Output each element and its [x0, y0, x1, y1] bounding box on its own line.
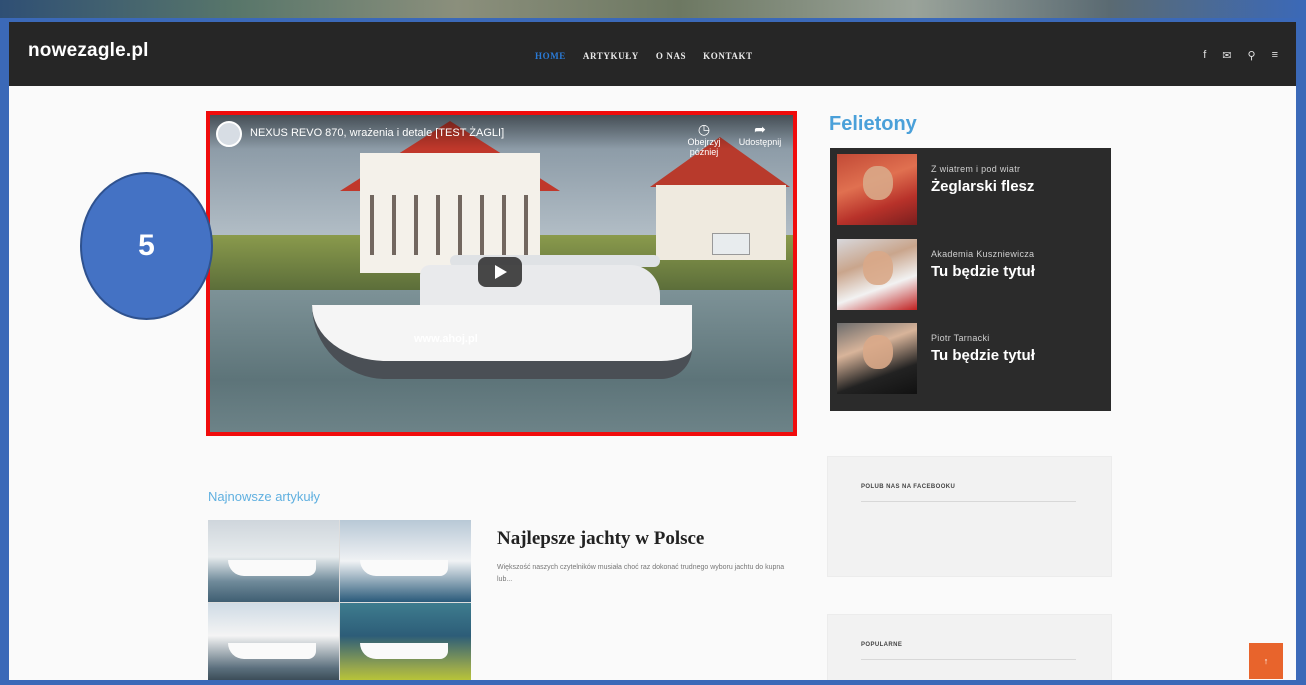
- author-photo: [837, 239, 917, 310]
- frame-bottom: [0, 680, 1306, 685]
- mail-icon[interactable]: ✉: [1222, 49, 1231, 62]
- menu-item-artykuly[interactable]: ARTYKUŁY: [583, 51, 639, 61]
- article-excerpt: Większość naszych czytelników musiała ch…: [497, 564, 785, 583]
- top-navbar: nowezagle.pl HOME ARTYKUŁY O NAS KONTAKT…: [9, 22, 1296, 86]
- felieton-title[interactable]: Tu będzie tytuł: [931, 347, 1035, 364]
- menu-item-o-nas[interactable]: O NAS: [656, 51, 686, 61]
- watch-later-button[interactable]: ◷ Obejrzyj później: [682, 121, 726, 157]
- play-button[interactable]: [478, 257, 522, 287]
- felietony-box: Z wiatrem i pod wiatr Żeglarski flesz Ak…: [830, 148, 1111, 411]
- frame-left: [0, 18, 9, 685]
- felieton-subtitle: Piotr Tarnacki: [931, 333, 990, 343]
- article-title[interactable]: Najlepsze jachty w Polsce: [497, 528, 704, 550]
- boat-hull: [312, 305, 692, 379]
- thumbnail-tile: [340, 603, 471, 685]
- share-label: Udostępnij: [738, 137, 782, 147]
- search-icon[interactable]: ⚲: [1248, 49, 1256, 62]
- clock-icon: ◷: [697, 121, 711, 137]
- facebook-icon[interactable]: f: [1203, 49, 1206, 62]
- site-logo[interactable]: nowezagle.pl: [28, 40, 149, 62]
- felieton-item[interactable]: Z wiatrem i pod wiatr Żeglarski flesz: [835, 152, 1107, 227]
- scroll-to-top-button[interactable]: ↑: [1249, 643, 1283, 679]
- facebook-widget: POLUB NAS NA FACEBOOKU: [827, 456, 1112, 577]
- felieton-title[interactable]: Żeglarski flesz: [931, 178, 1034, 195]
- widget-title: POPULARNE: [861, 642, 903, 648]
- popular-widget: POPULARNE: [827, 614, 1112, 685]
- boat-hull-text: www.ahoj.pl: [414, 333, 478, 345]
- widget-title: POLUB NAS NA FACEBOOKU: [861, 484, 956, 490]
- channel-avatar[interactable]: [216, 121, 242, 147]
- menu-item-kontakt[interactable]: KONTAKT: [703, 51, 753, 61]
- menu-item-home[interactable]: HOME: [535, 51, 566, 61]
- author-photo: [837, 323, 917, 394]
- newest-articles-title: Najnowsze artykuły: [208, 489, 320, 504]
- author-photo: [837, 154, 917, 225]
- main-menu: HOME ARTYKUŁY O NAS KONTAKT: [535, 51, 753, 61]
- share-button[interactable]: ➦ Udostępnij: [738, 121, 782, 147]
- felieton-item[interactable]: Akademia Kuszniewicza Tu będzie tytuł: [835, 237, 1107, 312]
- widget-divider: [861, 659, 1076, 660]
- video-title[interactable]: NEXUS REVO 870, wrażenia i detale [TEST …: [250, 127, 504, 139]
- frame-right: [1296, 18, 1306, 685]
- widget-divider: [861, 501, 1076, 502]
- nav-icons: f ✉ ⚲ ≡: [1203, 49, 1278, 62]
- video-player[interactable]: www.ahoj.pl NEXUS REVO 870, wrażenia i d…: [206, 111, 797, 436]
- video-timber-frame: [370, 195, 530, 255]
- article-thumbnail[interactable]: [208, 520, 471, 685]
- thumbnail-tile: [208, 520, 339, 602]
- browser-background-strip: [0, 0, 1306, 18]
- video-sign: [712, 233, 750, 255]
- watch-later-label: Obejrzyj później: [687, 137, 721, 157]
- felieton-item[interactable]: Piotr Tarnacki Tu będzie tytuł: [835, 321, 1107, 396]
- felieton-subtitle: Z wiatrem i pod wiatr: [931, 164, 1021, 174]
- menu-icon[interactable]: ≡: [1272, 49, 1278, 62]
- share-icon: ➦: [754, 121, 766, 137]
- felietony-title: Felietony: [829, 113, 917, 135]
- thumbnail-tile: [340, 520, 471, 602]
- thumbnail-tile: [208, 603, 339, 685]
- web-page: nowezagle.pl HOME ARTYKUŁY O NAS KONTAKT…: [9, 22, 1296, 685]
- felieton-subtitle: Akademia Kuszniewicza: [931, 249, 1035, 259]
- felieton-title[interactable]: Tu będzie tytuł: [931, 263, 1035, 280]
- step-number-badge: 5: [80, 172, 213, 320]
